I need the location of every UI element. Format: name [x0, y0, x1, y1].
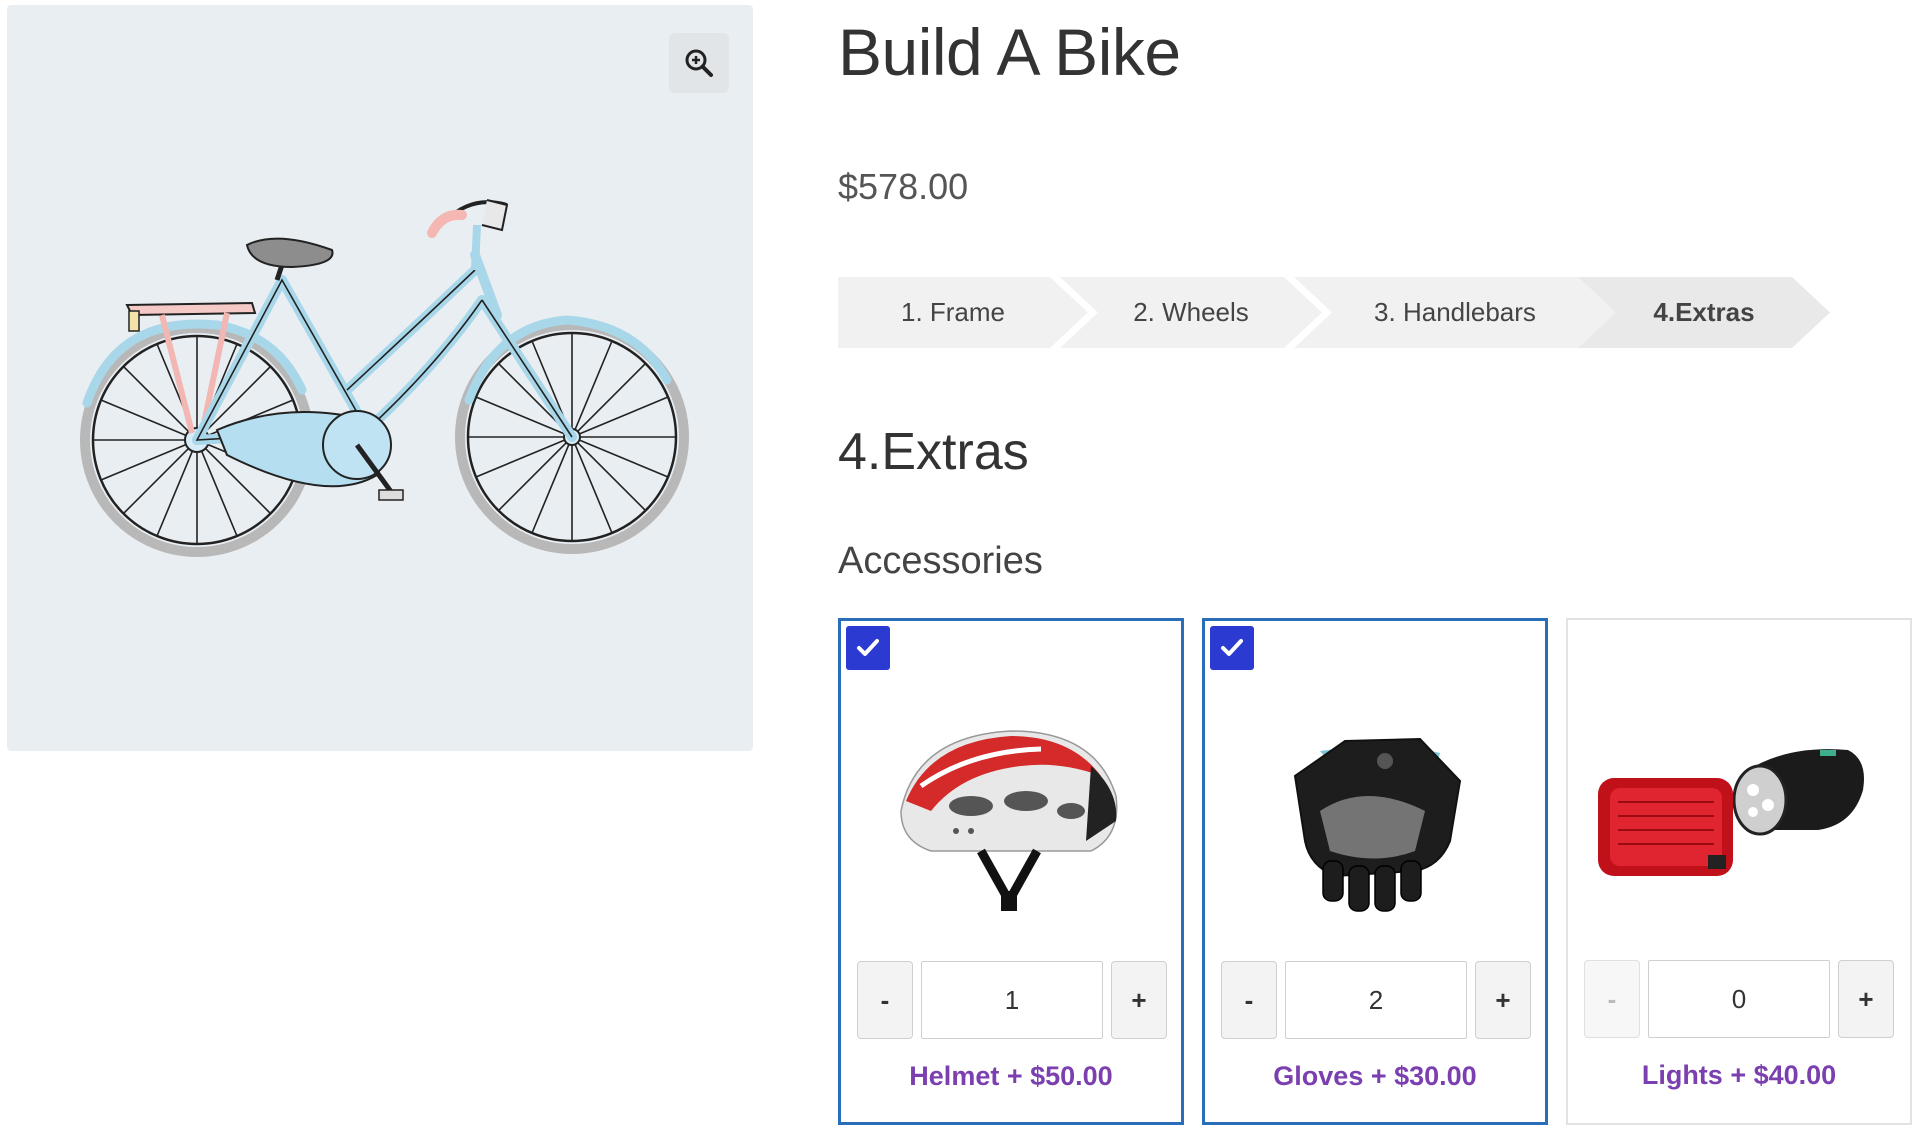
- selected-checkbox[interactable]: [1210, 626, 1254, 670]
- checkmark-icon: [1221, 639, 1243, 656]
- step-handlebars[interactable]: 3. Handlebars: [1294, 277, 1616, 348]
- selected-checkbox[interactable]: [846, 626, 890, 670]
- bicycle-illustration[interactable]: [77, 175, 697, 565]
- increase-button[interactable]: +: [1111, 961, 1167, 1039]
- decrease-button[interactable]: -: [1221, 961, 1277, 1039]
- zoom-button[interactable]: [669, 33, 729, 93]
- zoom-in-icon: [685, 49, 713, 77]
- step-label: 2. Wheels: [1133, 297, 1249, 327]
- product-image-gallery: [7, 5, 753, 751]
- quantity-stepper: - +: [1221, 961, 1531, 1039]
- step-frame[interactable]: 1. Frame: [838, 277, 1088, 348]
- step-wheels[interactable]: 2. Wheels: [1060, 277, 1322, 348]
- increase-button[interactable]: +: [1838, 960, 1894, 1038]
- quantity-input[interactable]: [1285, 961, 1467, 1039]
- accessory-card-lights[interactable]: - + Lights + $40.00: [1566, 618, 1912, 1125]
- step-label: 4.Extras: [1653, 297, 1755, 327]
- product-title: Build A Bike: [838, 15, 1181, 89]
- increase-button[interactable]: +: [1475, 961, 1531, 1039]
- accessory-label[interactable]: Gloves + $30.00: [1205, 1061, 1545, 1092]
- decrease-button[interactable]: -: [1584, 960, 1640, 1038]
- quantity-input[interactable]: [1648, 960, 1830, 1038]
- gloves-image[interactable]: [1225, 691, 1525, 921]
- lights-image[interactable]: [1588, 690, 1888, 920]
- quantity-stepper: - +: [857, 961, 1167, 1039]
- step-extras[interactable]: 4.Extras: [1578, 277, 1830, 348]
- accessory-label[interactable]: Helmet + $50.00: [841, 1061, 1181, 1092]
- accessory-card-gloves[interactable]: - + Gloves + $30.00: [1202, 618, 1548, 1125]
- step-label: 3. Handlebars: [1374, 297, 1536, 327]
- accessory-card-helmet[interactable]: - + Helmet + $50.00: [838, 618, 1184, 1125]
- helmet-image[interactable]: [861, 691, 1161, 921]
- step-heading: 4.Extras: [838, 423, 1029, 481]
- decrease-button[interactable]: -: [857, 961, 913, 1039]
- accessory-label[interactable]: Lights + $40.00: [1568, 1060, 1910, 1091]
- product-price: $578.00: [838, 166, 969, 207]
- accessories-title: Accessories: [838, 540, 1043, 582]
- checkmark-icon: [857, 639, 879, 656]
- quantity-stepper: - +: [1584, 960, 1894, 1038]
- quantity-input[interactable]: [921, 961, 1103, 1039]
- step-navigation: 1. Frame 2. Wheels 3. Handlebars 4.Extra…: [838, 277, 1838, 348]
- step-label: 1. Frame: [900, 297, 1006, 327]
